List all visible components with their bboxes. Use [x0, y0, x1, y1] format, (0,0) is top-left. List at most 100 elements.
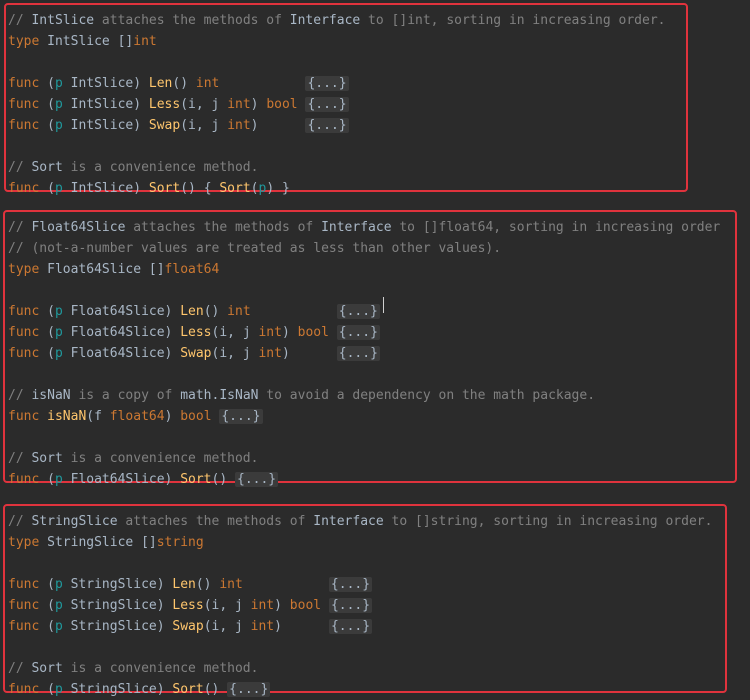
keyword-token: func [8, 76, 48, 91]
function-name-token: Less [148, 97, 181, 112]
receiver-token: p [54, 181, 71, 196]
fold-placeholder[interactable]: {...} [328, 619, 373, 634]
code-line-float64slice[interactable]: func isNaN(f float64) bool {...} [8, 406, 263, 427]
function-name-token: Swap [148, 118, 181, 133]
code-token: (i, j [180, 97, 228, 112]
code-token: ) [133, 76, 149, 91]
code-line-intslice[interactable]: func (p IntSlice) Less(i, j int) bool {.… [8, 94, 349, 115]
code-line-float64slice[interactable]: // (not-a-number values are treated as l… [8, 238, 501, 259]
fold-placeholder[interactable]: {...} [219, 409, 263, 424]
keyword-token: func [8, 409, 48, 424]
comment-token: // [8, 661, 32, 676]
code-token: ( [47, 598, 55, 613]
code-line-stringslice[interactable]: func (p StringSlice) Less(i, j int) bool… [8, 595, 373, 616]
keyword-token: func [8, 118, 48, 133]
comment-token: is a convenience method. [62, 160, 259, 175]
code-line-float64slice[interactable]: // Float64Slice attaches the methods of … [8, 217, 720, 238]
keyword-token: func [8, 325, 48, 340]
function-name-token: Len [172, 577, 196, 592]
code-token: ) } [266, 181, 290, 196]
code-line-intslice[interactable]: func (p IntSlice) Swap(i, j int) {...} [8, 115, 349, 136]
code-line-stringslice[interactable]: func (p StringSlice) Swap(i, j int) {...… [8, 616, 373, 637]
fold-placeholder[interactable]: {...} [328, 598, 373, 613]
comment-token: math.IsNaN [180, 388, 259, 403]
code-editor[interactable]: // IntSlice attaches the methods of Inte… [0, 0, 750, 697]
code-token: ( [47, 76, 55, 91]
comment-token: Sort [31, 451, 63, 466]
code-token: IntSlice [70, 97, 134, 112]
keyword-token: int [227, 304, 251, 319]
code-token: ) [281, 325, 298, 340]
code-token: ) [281, 346, 337, 361]
keyword-token: func [8, 346, 48, 361]
code-line-float64slice[interactable]: func (p Float64Slice) Less(i, j int) boo… [8, 322, 380, 343]
keyword-token: func [8, 598, 48, 613]
fold-placeholder[interactable]: {...} [235, 472, 279, 487]
fold-placeholder[interactable]: {...} [305, 76, 349, 91]
comment-token: // [8, 13, 32, 28]
code-token: StringSlice [70, 682, 157, 697]
keyword-token: func [8, 97, 48, 112]
code-token: (f [86, 409, 110, 424]
code-line-intslice[interactable]: type IntSlice []int [8, 31, 157, 52]
comment-token: Interface [321, 220, 392, 235]
text-cursor [383, 297, 384, 313]
comment-token: IntSlice [31, 13, 95, 28]
code-token: ( [47, 97, 55, 112]
fold-placeholder[interactable]: {...} [328, 577, 373, 592]
keyword-token: int [219, 577, 243, 592]
fold-placeholder[interactable]: {...} [227, 682, 271, 697]
code-line-float64slice[interactable]: // Sort is a convenience method. [8, 448, 258, 469]
code-token: ) [133, 118, 149, 133]
code-line-intslice[interactable]: // IntSlice attaches the methods of Inte… [8, 10, 665, 31]
comment-token: is a convenience method. [62, 661, 259, 676]
code-line-stringslice[interactable]: type StringSlice []string [8, 532, 204, 553]
receiver-token: p [54, 97, 71, 112]
function-name-token: Swap [172, 619, 204, 634]
function-name-token: isNaN [47, 409, 87, 424]
code-line-stringslice[interactable]: // StringSlice attaches the methods of I… [8, 511, 712, 532]
code-token: IntSlice [70, 76, 134, 91]
code-line-stringslice[interactable]: // Sort is a convenience method. [8, 658, 258, 679]
code-token: StringSlice [70, 577, 157, 592]
code-line-float64slice[interactable]: func (p Float64Slice) Sort() {...} [8, 469, 279, 490]
comment-token: to []string, sorting in increasing order… [383, 514, 713, 529]
code-line-stringslice[interactable]: func (p StringSlice) Len() int {...} [8, 574, 373, 595]
code-token: () [195, 577, 220, 592]
code-line-float64slice[interactable]: type Float64Slice []float64 [8, 259, 219, 280]
code-token: IntSlice [70, 118, 134, 133]
code-line-float64slice[interactable]: func (p Float64Slice) Swap(i, j int) {..… [8, 343, 380, 364]
code-token: StringSlice [70, 598, 157, 613]
code-token: StringSlice [47, 535, 142, 550]
fold-placeholder[interactable]: {...} [336, 304, 380, 319]
code-line-intslice[interactable]: func (p IntSlice) Sort() { Sort(p) } [8, 178, 290, 199]
code-token: (i, j [180, 118, 228, 133]
keyword-token: int [227, 118, 251, 133]
code-token: ) [164, 325, 181, 340]
keyword-token: func [8, 181, 48, 196]
code-token: ) [133, 97, 149, 112]
fold-placeholder[interactable]: {...} [305, 118, 349, 133]
keyword-token: int [227, 97, 251, 112]
code-token: ) [133, 181, 149, 196]
comment-token: // [8, 451, 32, 466]
code-line-intslice[interactable]: // Sort is a convenience method. [8, 157, 258, 178]
code-token: (i, j [211, 346, 259, 361]
code-token: ) [164, 409, 181, 424]
keyword-token: float64 [109, 409, 165, 424]
code-token: Float64Slice [70, 325, 165, 340]
comment-token: is a convenience method. [62, 451, 259, 466]
fold-placeholder[interactable]: {...} [305, 97, 349, 112]
code-token: ) [274, 619, 329, 634]
code-line-float64slice[interactable]: func (p Float64Slice) Len() int {...} [8, 301, 380, 322]
keyword-token: int [258, 346, 282, 361]
fold-placeholder[interactable]: {...} [336, 346, 380, 361]
code-line-float64slice[interactable]: // isNaN is a copy of math.IsNaN to avoi… [8, 385, 595, 406]
comment-token: StringSlice [31, 514, 118, 529]
fold-placeholder[interactable]: {...} [336, 325, 380, 340]
code-line-intslice[interactable]: func (p IntSlice) Len() int {...} [8, 73, 349, 94]
code-token: (i, j [203, 619, 251, 634]
receiver-token: p [54, 619, 71, 634]
